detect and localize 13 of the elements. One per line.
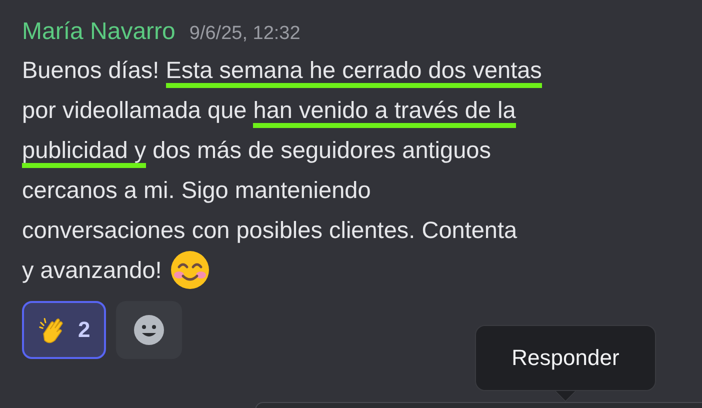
add-reaction-button[interactable] [116,301,182,359]
tooltip: Responder [475,325,656,401]
message-text: Buenos días! [22,56,160,85]
smiling-face-icon [170,250,210,290]
message-text: dos más de seguidores antiguos [152,136,491,165]
message-text: conversaciones con posibles clientes. Contenta [22,216,518,245]
message-text: y avanzando! [22,256,162,285]
message-text: por videollamada que [22,96,248,125]
author-name[interactable]: María Navarro [22,18,176,46]
timestamp: 9/6/25, 12:32 [189,23,300,45]
smiley-icon [133,314,166,346]
reaction-button[interactable]: 2 [22,301,106,359]
message-text: cercanos a mi. Sigo manteniendo [22,176,371,205]
